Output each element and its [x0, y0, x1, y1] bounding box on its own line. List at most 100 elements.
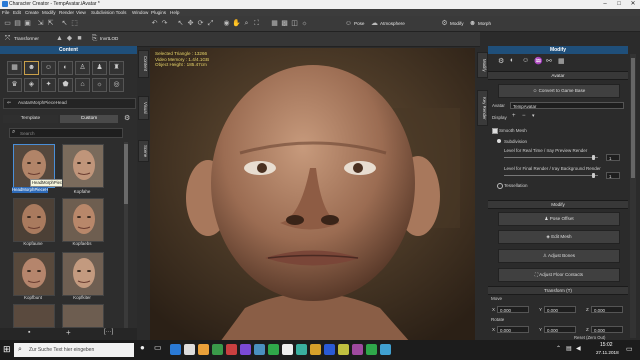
import-icon[interactable]: ⇲	[36, 19, 45, 28]
subdivision-radio[interactable]	[497, 139, 501, 143]
tool-a-icon[interactable]: ▲	[55, 34, 64, 43]
taskbar-search[interactable]: ⌕ Zur Suche Text hier eingeben	[14, 343, 134, 357]
task-view-icon[interactable]: ▭	[154, 343, 162, 352]
invertd-label[interactable]: InvrtLOD	[100, 36, 118, 41]
tab-custom[interactable]: Custom	[60, 115, 118, 123]
avatar-section-header[interactable]: Avatar	[488, 71, 628, 80]
category-cloth-icon[interactable]: ♜	[109, 61, 124, 75]
maximize-button[interactable]: □	[612, 0, 626, 9]
grid-icon[interactable]: ▩	[280, 19, 289, 28]
redo-icon[interactable]: ↷	[160, 19, 169, 28]
tool-c-icon[interactable]: ■	[75, 34, 84, 43]
adjust-floor-button[interactable]: ⛶ Adjust Floor Contacts	[498, 268, 620, 282]
new-icon[interactable]: ▭	[3, 19, 12, 28]
menu-window[interactable]: Window	[132, 10, 148, 15]
wireframe-icon[interactable]: ◫	[290, 19, 299, 28]
volume-icon[interactable]: ◀	[576, 345, 581, 352]
save-icon[interactable]: ▣	[23, 19, 32, 28]
windows-start-icon[interactable]: ⊞	[3, 344, 11, 355]
add-icon[interactable]: +	[66, 328, 71, 337]
taskbar-app-icon[interactable]	[310, 344, 321, 355]
side-tab-key-render[interactable]: Key Render	[477, 90, 488, 126]
clock-time[interactable]: 15:02	[600, 342, 613, 348]
category-skin-icon[interactable]: ◐	[58, 61, 73, 75]
smooth-mesh-checkbox[interactable]	[492, 128, 498, 134]
scrollbar-thumb[interactable]	[124, 144, 128, 204]
category-character-icon[interactable]: ☻	[24, 61, 39, 75]
level-final-field[interactable]: 1	[606, 172, 620, 179]
side-tab-modify[interactable]: Modify	[477, 52, 488, 78]
thumbnail-partial[interactable]	[62, 304, 104, 328]
morph-icon[interactable]: ☻	[468, 19, 477, 28]
camera-orbit-icon[interactable]: ◉	[222, 19, 231, 28]
modify-section-header[interactable]: Modify	[488, 200, 628, 209]
pose-icon[interactable]: ☺	[344, 19, 353, 28]
select-icon[interactable]: ↖	[176, 19, 185, 28]
pose-offset-button[interactable]: ♟ Pose Offset	[498, 212, 620, 226]
category-light-icon[interactable]: ☼	[92, 78, 107, 92]
light-icon[interactable]: ☼	[300, 19, 309, 28]
rotate-icon[interactable]: ⟳	[196, 19, 205, 28]
render-icon[interactable]: ▦	[270, 19, 279, 28]
thumbnail-kopfaebs[interactable]	[62, 198, 104, 242]
more-icon[interactable]: [···]	[104, 329, 113, 335]
avatar-name-field[interactable]: TempAvatar	[510, 102, 624, 109]
display-dropdown-icon[interactable]: ▾	[532, 113, 535, 119]
menu-modify[interactable]: Modify	[42, 10, 56, 15]
box-select-icon[interactable]: ⬚	[70, 19, 79, 28]
network-icon[interactable]: ▤	[566, 345, 572, 352]
thumbnail-kopfaune[interactable]	[13, 198, 55, 242]
physics-icon[interactable]: ♒	[534, 57, 543, 65]
taskbar-app-icon[interactable]	[324, 344, 335, 355]
menu-create[interactable]: Create	[25, 10, 39, 15]
viewport-3d[interactable]	[150, 48, 475, 342]
microphone-icon[interactable]: ●	[140, 343, 145, 352]
close-button[interactable]: ✕	[626, 0, 640, 9]
back-icon[interactable]: ⇐	[7, 100, 11, 106]
tray-up-icon[interactable]: ⌃	[556, 345, 561, 352]
side-tab-content[interactable]: Content	[138, 50, 149, 78]
category-head-icon[interactable]: ☺	[41, 61, 56, 75]
category-motion-icon[interactable]: ✦	[41, 78, 56, 92]
menu-render[interactable]: Render	[59, 10, 74, 15]
taskbar-app-icon[interactable]	[380, 344, 391, 355]
level-realtime-slider-knob[interactable]	[592, 155, 595, 160]
level-realtime-field[interactable]: 1	[606, 154, 620, 161]
thumbnail-kopfahe[interactable]	[62, 144, 104, 188]
taskbar-app-icon[interactable]	[240, 344, 251, 355]
taskbar-app-icon[interactable]	[338, 344, 349, 355]
level-realtime-slider[interactable]	[504, 157, 598, 158]
menu-help[interactable]: Help	[170, 10, 179, 15]
camera-zoom-icon[interactable]: ⌕	[242, 19, 251, 28]
category-camera-icon[interactable]: ◎	[109, 78, 124, 92]
convert-game-base-button[interactable]: ☺ Convert to Game Base	[498, 84, 620, 98]
modify-label[interactable]: Modify	[450, 21, 464, 26]
taskbar-app-icon[interactable]	[282, 344, 293, 355]
taskbar-app-icon[interactable]	[366, 344, 377, 355]
move-icon[interactable]: ✥	[186, 19, 195, 28]
camera-fit-icon[interactable]: ⛶	[252, 19, 261, 28]
export-icon[interactable]: ⇱	[46, 19, 55, 28]
taskbar-app-icon[interactable]	[198, 344, 209, 355]
scale-icon[interactable]: ⤢	[206, 19, 215, 28]
level-final-slider[interactable]	[504, 175, 598, 176]
menu-edit[interactable]: Edit	[13, 10, 21, 15]
morph-icon[interactable]: ☺	[522, 57, 529, 64]
display-remove-icon[interactable]: −	[522, 113, 526, 119]
menu-view[interactable]: View	[76, 10, 86, 15]
tessellation-radio[interactable]	[497, 183, 503, 189]
settings-icon[interactable]: ⚙	[124, 114, 130, 122]
transform-section-header[interactable]: Transform (T)	[488, 286, 628, 295]
pose-label[interactable]: Pose	[354, 21, 364, 26]
open-folder-icon[interactable]: ▤	[13, 19, 22, 28]
checker-icon[interactable]: ▦	[558, 57, 565, 65]
move-z-field[interactable]: 0.000	[591, 306, 623, 313]
camera-pan-icon[interactable]: ✋	[232, 19, 241, 28]
modify-icon[interactable]: ⚙	[440, 19, 449, 28]
notification-icon[interactable]: ▭	[626, 345, 633, 353]
search-input[interactable]: ⌕ Search	[9, 128, 123, 138]
level-final-slider-knob[interactable]	[592, 173, 595, 178]
undo-icon[interactable]: ↶	[150, 19, 159, 28]
rotate-y-field[interactable]: 0.000	[544, 326, 576, 333]
breadcrumb[interactable]: ⇐ AvatarMorphPieceHead	[3, 98, 136, 109]
